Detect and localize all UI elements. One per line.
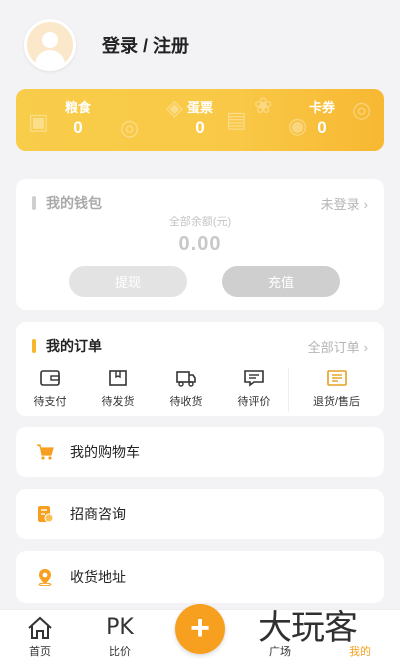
order-refund-aftersale[interactable]: 退货/售后 bbox=[288, 368, 384, 412]
wallet-status-text: 未登录 bbox=[320, 197, 360, 212]
points-banner: ▣ ◎ ◈ ▤ ❀ ◉ ◎ 粮食 0 蛋票 0 卡券 0 bbox=[16, 89, 384, 151]
avatar-head bbox=[42, 32, 58, 48]
menu-item-label: 我的购物车 bbox=[70, 444, 140, 460]
order-item-label: 待评价 bbox=[237, 396, 271, 408]
tab-home[interactable]: 首页 bbox=[10, 614, 70, 659]
menu-item-address[interactable]: 收货地址 bbox=[16, 551, 384, 603]
wallet-title-text: 我的钱包 bbox=[46, 195, 102, 211]
menu-item-cart[interactable]: 我的购物车 bbox=[16, 427, 384, 477]
recharge-button[interactable]: 充值 bbox=[222, 266, 340, 297]
order-pending-receipt[interactable]: 待收货 bbox=[152, 368, 220, 412]
pk-icon: PK bbox=[106, 615, 134, 640]
shopping-cart-icon bbox=[37, 444, 54, 460]
document-icon bbox=[38, 506, 54, 523]
refund-icon bbox=[326, 370, 347, 386]
comment-icon bbox=[244, 370, 264, 387]
tab-compare[interactable]: PK 比价 bbox=[90, 614, 150, 659]
points-value: 0 bbox=[195, 118, 205, 137]
order-pending-payment[interactable]: 待支付 bbox=[16, 368, 84, 412]
box-icon bbox=[109, 370, 127, 386]
order-item-label: 待收货 bbox=[169, 396, 203, 408]
decor-icon: ◎ bbox=[120, 115, 140, 140]
truck-icon bbox=[176, 371, 196, 387]
order-pending-review[interactable]: 待评价 bbox=[220, 368, 288, 412]
menu-item-label: 招商咨询 bbox=[70, 506, 126, 522]
order-item-label: 待支付 bbox=[33, 396, 67, 408]
orders-title-text: 我的订单 bbox=[46, 338, 102, 354]
watermark-logo: 大玩客 bbox=[258, 608, 358, 648]
title-accent-bar bbox=[32, 339, 36, 353]
wallet-login-status[interactable]: 未登录 › bbox=[321, 194, 368, 213]
decor-icon: ❀ bbox=[254, 93, 273, 118]
status-bar bbox=[0, 0, 400, 8]
all-orders-link[interactable]: 全部订单 › bbox=[308, 337, 368, 356]
orders-title: 我的订单 bbox=[32, 336, 102, 356]
all-orders-text: 全部订单 bbox=[307, 340, 360, 355]
wallet-card: 我的钱包 未登录 › 全部余额(元) 0.00 提现 充值 bbox=[16, 179, 384, 310]
publish-plus-button[interactable]: + bbox=[175, 604, 225, 654]
points-value: 0 bbox=[317, 118, 327, 137]
orders-card: 我的订单 全部订单 › 待支付 待发货 待收货 待评价 退货/售后 bbox=[16, 322, 384, 416]
order-item-label: 退货/售后 bbox=[312, 396, 361, 408]
tab-label: 首页 bbox=[29, 646, 51, 658]
avatar-body bbox=[35, 50, 65, 68]
withdraw-button[interactable]: 提现 bbox=[69, 266, 187, 297]
profile-header[interactable]: 登录 / 注册 bbox=[24, 18, 189, 72]
order-item-label: 待发货 bbox=[101, 396, 135, 408]
tab-label: 比价 bbox=[109, 646, 131, 658]
avatar[interactable] bbox=[24, 19, 76, 71]
location-pin-icon bbox=[38, 569, 52, 586]
title-accent-bar bbox=[32, 196, 36, 210]
order-pending-shipment[interactable]: 待发货 bbox=[84, 368, 152, 412]
chevron-right-icon: › bbox=[363, 197, 368, 212]
login-register-link[interactable]: 登录 / 注册 bbox=[102, 32, 189, 58]
chevron-right-icon: › bbox=[363, 340, 368, 355]
points-item-grain[interactable]: 粮食 0 bbox=[38, 97, 118, 138]
points-label: 卡券 bbox=[308, 100, 335, 115]
menu-item-business-inquiry[interactable]: 招商咨询 bbox=[16, 489, 384, 539]
menu-item-label: 收货地址 bbox=[70, 569, 126, 585]
balance-label: 全部余额(元) bbox=[168, 216, 232, 228]
points-label: 蛋票 bbox=[186, 100, 213, 115]
balance-value: 0.00 bbox=[178, 233, 222, 255]
wallet-icon bbox=[40, 370, 60, 386]
points-label: 粮食 bbox=[64, 100, 91, 115]
points-item-egg-ticket[interactable]: 蛋票 0 bbox=[160, 97, 240, 138]
points-value: 0 bbox=[73, 118, 83, 137]
wallet-title: 我的钱包 bbox=[32, 193, 102, 213]
home-icon bbox=[28, 616, 52, 639]
points-item-coupon[interactable]: 卡券 0 bbox=[282, 97, 362, 138]
order-status-row: 待支付 待发货 待收货 待评价 退货/售后 bbox=[16, 368, 384, 412]
